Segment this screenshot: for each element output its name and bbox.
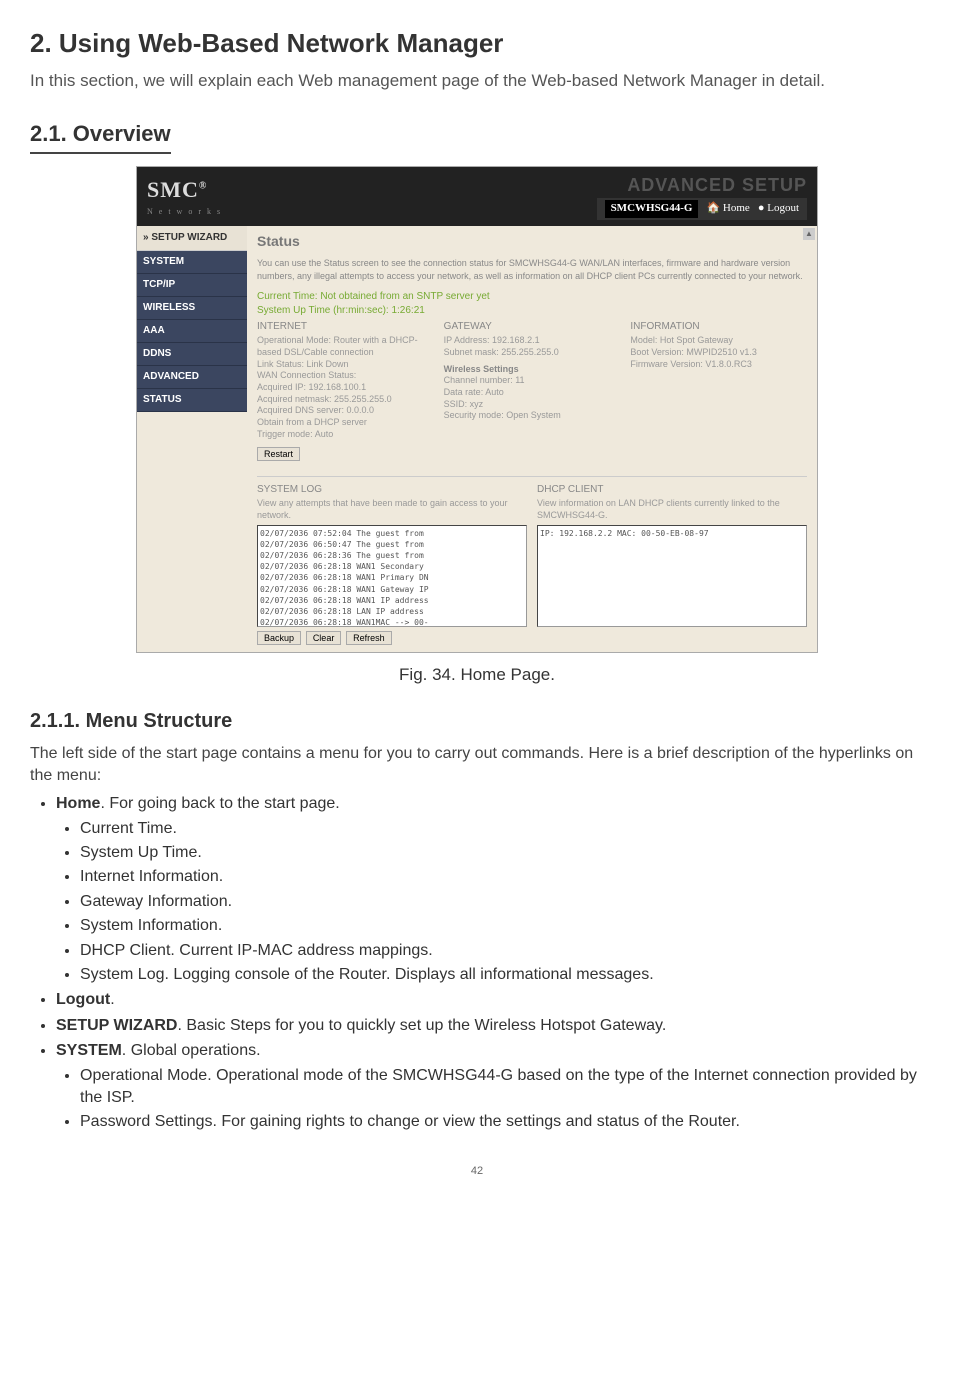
sidebar-item-status[interactable]: STATUS bbox=[137, 389, 247, 412]
list-item: Logout. bbox=[56, 989, 924, 1011]
sidebar: » SETUP WIZARD SYSTEM TCP/IP WIRELESS AA… bbox=[137, 226, 247, 652]
logout-link[interactable]: ● Logout bbox=[758, 201, 799, 216]
home-link[interactable]: 🏠 Home bbox=[706, 201, 749, 216]
menu-intro-text: The left side of the start page contains… bbox=[30, 743, 924, 788]
gateway-heading: GATEWAY bbox=[444, 320, 621, 334]
sidebar-item-aaa[interactable]: AAA bbox=[137, 320, 247, 343]
system-log-textarea[interactable]: 02/07/2036 07:52:04 The guest from 02/07… bbox=[257, 525, 527, 627]
screenshot-home-page: SMC® N e t w o r k s ADVANCED SETUP SMCW… bbox=[136, 166, 818, 653]
internet-details: Link Status: Link Down WAN Connection St… bbox=[257, 359, 434, 441]
internet-mode: Operational Mode: Router with a DHCP-bas… bbox=[257, 335, 434, 358]
system-log-desc: View any attempts that have been made to… bbox=[257, 497, 527, 522]
section-menu-structure: 2.1.1. Menu Structure bbox=[30, 707, 924, 735]
advanced-setup-label: ADVANCED SETUP bbox=[597, 173, 807, 198]
system-up-time: System Up Time (hr:min:sec): 1:26:21 bbox=[257, 304, 807, 318]
list-item: Internet Information. bbox=[80, 866, 924, 888]
list-item: System Log. Logging console of the Route… bbox=[80, 964, 924, 986]
smc-logo-subtitle: N e t w o r k s bbox=[147, 206, 222, 217]
status-desc: You can use the Status screen to see the… bbox=[257, 257, 807, 282]
list-item: System Up Time. bbox=[80, 842, 924, 864]
model-badge: SMCWHSG44-G bbox=[605, 200, 699, 217]
scroll-up-icon[interactable]: ▲ bbox=[803, 228, 815, 240]
list-item: DHCP Client. Current IP-MAC address mapp… bbox=[80, 940, 924, 962]
list-item: Home. For going back to the start page. … bbox=[56, 793, 924, 986]
list-item: SETUP WIZARD. Basic Steps for you to qui… bbox=[56, 1015, 924, 1037]
page-title: 2. Using Web-Based Network Manager bbox=[30, 25, 924, 61]
sidebar-setup-wizard[interactable]: » SETUP WIZARD bbox=[137, 226, 247, 251]
status-title: Status bbox=[257, 232, 807, 252]
page-number: 42 bbox=[30, 1164, 924, 1179]
sidebar-item-advanced[interactable]: ADVANCED bbox=[137, 366, 247, 389]
dhcp-client-heading: DHCP CLIENT bbox=[537, 483, 807, 497]
sidebar-item-ddns[interactable]: DDNS bbox=[137, 343, 247, 366]
gateway-details: IP Address: 192.168.2.1 Subnet mask: 255… bbox=[444, 335, 621, 358]
list-item: Current Time. bbox=[80, 818, 924, 840]
clear-button[interactable]: Clear bbox=[306, 631, 342, 645]
refresh-button[interactable]: Refresh bbox=[346, 631, 392, 645]
sidebar-item-wireless[interactable]: WIRELESS bbox=[137, 297, 247, 320]
list-item: System Information. bbox=[80, 915, 924, 937]
information-details: Model: Hot Spot Gateway Boot Version: MW… bbox=[630, 335, 807, 370]
smc-logo: SMC® bbox=[147, 177, 207, 202]
wireless-settings-details: Channel number: 11 Data rate: Auto SSID:… bbox=[444, 375, 621, 422]
intro-text: In this section, we will explain each We… bbox=[30, 69, 924, 93]
system-log-heading: SYSTEM LOG bbox=[257, 483, 527, 497]
internet-heading: INTERNET bbox=[257, 320, 434, 334]
list-item: Operational Mode. Operational mode of th… bbox=[80, 1065, 924, 1110]
menu-list: Home. For going back to the start page. … bbox=[30, 793, 924, 1133]
restart-button[interactable]: Restart bbox=[257, 447, 300, 461]
list-item: Password Settings. For gaining rights to… bbox=[80, 1111, 924, 1133]
information-heading: INFORMATION bbox=[630, 320, 807, 334]
list-item: Gateway Information. bbox=[80, 891, 924, 913]
screenshot-header: SMC® N e t w o r k s ADVANCED SETUP SMCW… bbox=[137, 167, 817, 226]
sidebar-item-system[interactable]: SYSTEM bbox=[137, 251, 247, 274]
status-content: ▲ Status You can use the Status screen t… bbox=[247, 226, 817, 652]
dhcp-client-desc: View information on LAN DHCP clients cur… bbox=[537, 497, 807, 522]
dhcp-client-textarea[interactable]: IP: 192.168.2.2 MAC: 00-50-EB-08-97 bbox=[537, 525, 807, 627]
figure-caption: Fig. 34. Home Page. bbox=[30, 663, 924, 687]
section-overview: 2.1. Overview bbox=[30, 119, 171, 154]
list-item: SYSTEM. Global operations. Operational M… bbox=[56, 1040, 924, 1134]
current-time: Current Time: Not obtained from an SNTP … bbox=[257, 290, 807, 304]
wireless-settings-heading: Wireless Settings bbox=[444, 363, 621, 376]
backup-button[interactable]: Backup bbox=[257, 631, 301, 645]
sidebar-item-tcpip[interactable]: TCP/IP bbox=[137, 274, 247, 297]
